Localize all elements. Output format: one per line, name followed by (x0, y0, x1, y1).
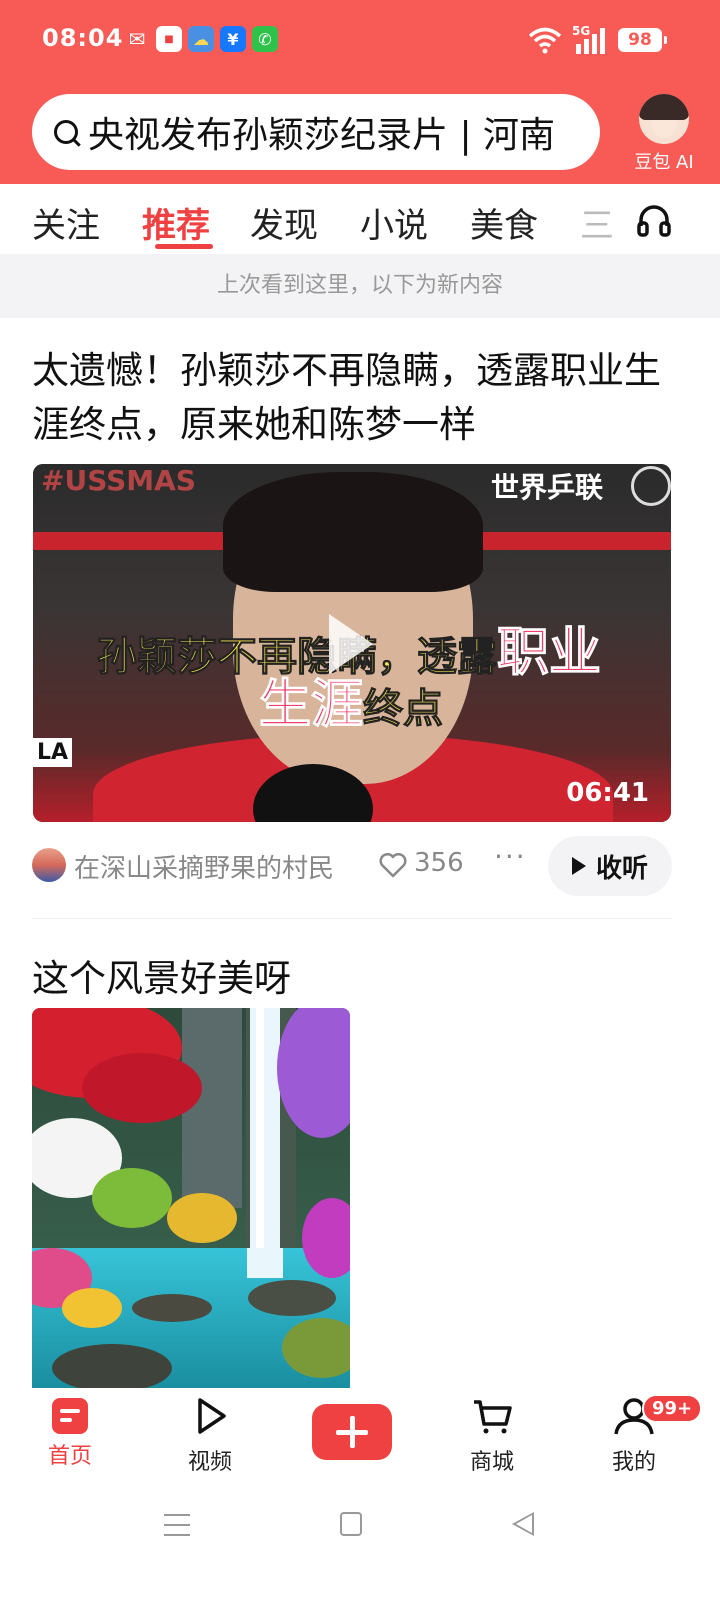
active-tab-indicator (155, 244, 213, 249)
video-thumbnail[interactable]: #USSMAS 世界乒联 LA 孙颖莎不再隐瞒，透露职业 生涯终点 06:41 (33, 464, 671, 822)
wifi-icon (528, 27, 562, 54)
article-title[interactable]: 太遗憾！孙颖莎不再隐瞒，透露职业生涯终点，原来她和陈梦一样 (32, 344, 682, 452)
listen-button[interactable]: 收听 (548, 836, 672, 896)
bottom-navigation: 首页 视频 商城 我的 99+ (0, 1388, 720, 1488)
status-bar: 08:04 ✉ ■ ☁ ¥ ✆ 5G 98 (0, 0, 720, 80)
signal-icon (576, 28, 605, 54)
ai-entry-label: 豆包 AI (634, 152, 694, 173)
tab-recommend[interactable]: 推荐 (142, 198, 210, 247)
notification-badge: 99+ (642, 1394, 703, 1423)
home-button-icon[interactable] (340, 1512, 362, 1536)
doubao-ai-entry[interactable]: 豆包 AI (624, 94, 704, 174)
tab-food[interactable]: 美食 (470, 198, 538, 247)
nav-mall-label: 商城 (469, 1450, 514, 1475)
toutiao-icon: ■ (156, 26, 182, 52)
nav-mine-label: 我的 (611, 1450, 656, 1475)
tab-novel[interactable]: 小说 (360, 198, 428, 247)
phone-icon: ✆ (252, 26, 278, 52)
source-avatar[interactable] (32, 848, 66, 882)
like-count: 356 (414, 848, 464, 878)
source-name[interactable]: 在深山采摘野果的村民 (74, 848, 334, 885)
play-icon[interactable] (329, 614, 373, 674)
headphone-icon[interactable] (636, 202, 672, 238)
back-icon[interactable] (512, 1512, 534, 1536)
new-content-notice[interactable]: 上次看到这里，以下为新内容 (0, 254, 720, 318)
ai-avatar-icon (639, 94, 689, 144)
alipay-icon: ¥ (220, 26, 246, 52)
status-time: 08:04 (42, 24, 124, 52)
video-hashtag: #USSMAS (41, 464, 196, 497)
video-side-tag: LA (33, 738, 73, 767)
nav-video[interactable]: 视频 (160, 1396, 260, 1476)
recent-apps-icon[interactable] (164, 1514, 190, 1536)
channel-tabs: 关注 推荐 发现 小说 美食 三 (0, 184, 720, 254)
wechat-icon: ✉ (128, 27, 146, 51)
article-meta: 在深山采摘野果的村民 356 ··· 收听 (32, 836, 672, 896)
battery-indicator: 98 (618, 28, 667, 52)
tab-follow[interactable]: 关注 (32, 198, 100, 247)
listen-label: 收听 (595, 853, 648, 884)
notification-icons: ✉ ■ ☁ ¥ ✆ (124, 26, 278, 52)
article-title[interactable]: 这个风景好美呀 (32, 948, 291, 1002)
search-bar[interactable]: 央视发布孙颖莎纪录片 | 河南 (32, 94, 600, 170)
more-options-icon[interactable]: ··· (494, 840, 527, 873)
tab-discover[interactable]: 发现 (250, 198, 318, 247)
play-triangle-icon (571, 857, 586, 875)
weather-icon: ☁ (188, 26, 214, 52)
org-logo-icon (631, 466, 671, 506)
video-duration: 06:41 (566, 778, 649, 808)
tab-partial[interactable]: 三 (580, 198, 614, 247)
nav-mall[interactable]: 商城 (442, 1396, 542, 1476)
feed-divider (32, 918, 672, 919)
system-navigation-bar (0, 1488, 720, 1604)
nav-video-label: 视频 (187, 1450, 232, 1475)
video-org-label: 世界乒联 (490, 471, 603, 504)
play-icon (198, 1398, 226, 1434)
landscape-image[interactable] (32, 1008, 350, 1388)
publish-plus-button[interactable] (312, 1404, 392, 1460)
cart-icon (474, 1400, 512, 1434)
nav-home[interactable]: 首页 (20, 1396, 120, 1470)
search-icon (54, 120, 78, 144)
home-icon (52, 1398, 88, 1434)
search-suggestion-text: 央视发布孙颖莎纪录片 | 河南 (88, 115, 556, 156)
like-heart-icon[interactable] (378, 850, 408, 880)
nav-home-label: 首页 (47, 1444, 92, 1469)
video-figure-hair (223, 472, 483, 592)
